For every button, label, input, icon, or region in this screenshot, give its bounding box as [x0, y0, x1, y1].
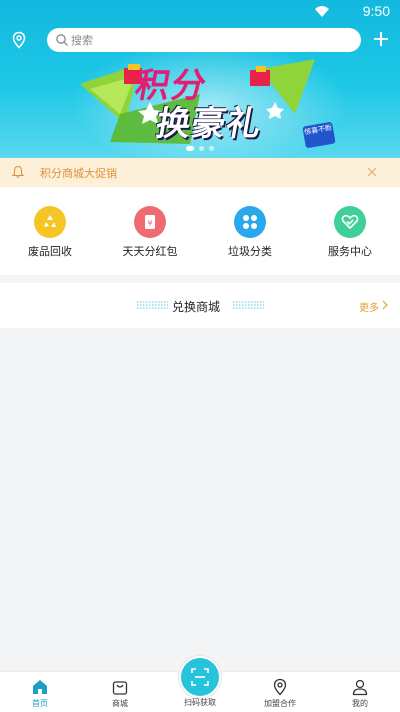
carousel-dots[interactable]	[186, 145, 216, 151]
tab-label: 扫码获取	[184, 698, 216, 707]
banner-title-line2: 换豪礼	[152, 104, 265, 144]
header-banner: 9:50 积分 换豪礼 惊喜不断	[0, 0, 400, 158]
category-recycle[interactable]: 废品回收	[0, 187, 100, 275]
chevron-right-icon[interactable]	[381, 300, 389, 310]
grid-dots-icon	[234, 206, 266, 238]
shop-bag-icon	[112, 681, 128, 695]
home-icon	[33, 680, 47, 694]
wifi-battery-icon	[315, 6, 329, 17]
red-packet-icon: ¥	[134, 206, 166, 238]
category-label: 服务中心	[328, 245, 372, 258]
search-icon	[56, 34, 68, 46]
carousel-dot[interactable]	[199, 146, 204, 151]
category-service[interactable]: 服务中心	[300, 187, 400, 275]
scan-button[interactable]	[179, 656, 221, 698]
decoration-right	[233, 301, 264, 309]
bell-icon	[11, 165, 25, 178]
location-icon[interactable]	[10, 31, 28, 49]
category-label: 天天分红包	[122, 245, 178, 258]
more-link[interactable]: 更多	[359, 299, 379, 314]
decoration-left	[137, 301, 168, 309]
tab-franchise[interactable]: 加盟合作	[240, 672, 320, 712]
category-red-packet[interactable]: ¥ 天天分红包	[100, 187, 200, 275]
plus-icon[interactable]	[371, 29, 391, 49]
category-sorting[interactable]: 垃圾分类	[200, 187, 300, 275]
carousel-dot[interactable]	[186, 146, 194, 151]
tab-home[interactable]: 首页	[0, 672, 80, 712]
close-icon[interactable]	[366, 166, 378, 178]
category-label: 废品回收	[28, 245, 72, 258]
heart-check-icon	[334, 206, 366, 238]
scan-icon	[191, 668, 209, 686]
notice-text: 积分商城大促销	[40, 167, 117, 180]
banner-tag: 惊喜不断	[302, 121, 336, 149]
status-bar: 9:50	[0, 0, 400, 24]
status-time: 9:50	[362, 3, 390, 19]
tab-label: 首页	[32, 699, 48, 708]
svg-text:¥: ¥	[147, 219, 152, 228]
user-icon	[352, 679, 368, 696]
tab-label: 商城	[112, 699, 128, 708]
search-box[interactable]	[47, 28, 361, 52]
notice-bar[interactable]: 积分商城大促销	[0, 158, 400, 187]
category-grid: 废品回收 ¥ 天天分红包 垃圾分类 服务中心	[0, 187, 400, 275]
category-label: 垃圾分类	[228, 245, 272, 258]
tab-label: 加盟合作	[264, 699, 296, 708]
tab-shop[interactable]: 商城	[80, 672, 160, 712]
exchange-mall-section: 兑换商城 更多	[0, 283, 400, 328]
tab-label: 我的	[352, 699, 368, 708]
tab-mine[interactable]: 我的	[320, 672, 400, 712]
section-title: 兑换商城	[172, 300, 221, 314]
recycle-icon	[34, 206, 66, 238]
search-input[interactable]	[71, 31, 341, 49]
carousel-dot[interactable]	[209, 146, 214, 151]
location-pin-icon	[273, 678, 287, 696]
